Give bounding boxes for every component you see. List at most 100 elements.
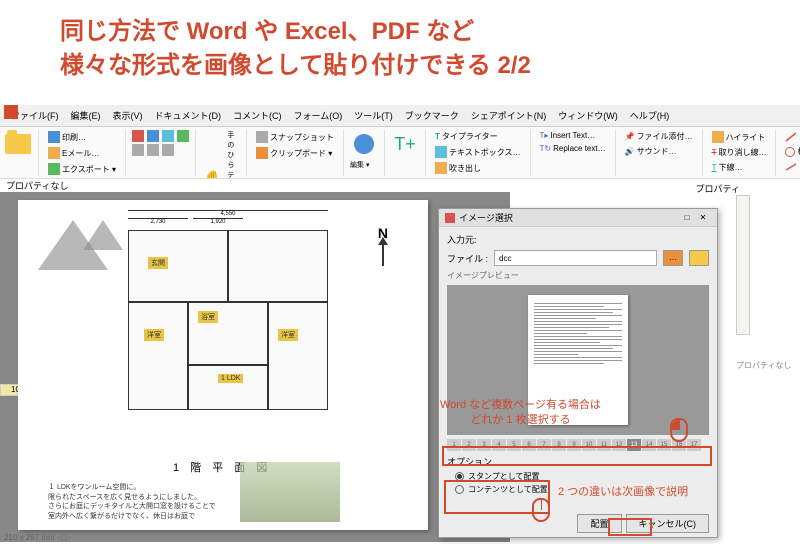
north-arrow-icon xyxy=(382,242,384,266)
close-icon[interactable]: ✕ xyxy=(695,211,711,225)
folder-button[interactable] xyxy=(689,250,709,266)
print-button[interactable]: 印刷… xyxy=(45,130,119,144)
gray-icon-3[interactable] xyxy=(162,144,174,156)
clipboard-icon xyxy=(256,147,268,159)
add-text-tool[interactable]: T+ xyxy=(391,130,419,158)
menu-view[interactable]: 表示(V) xyxy=(108,107,148,124)
tag-bath: 浴室 xyxy=(198,311,218,323)
menu-form[interactable]: フォーム(O) xyxy=(289,107,348,124)
edit-label: 編集 ▾ xyxy=(350,160,378,170)
overlay-line2: 様々な形式を画像として貼り付けできる 2/2 xyxy=(60,49,760,83)
highlight-button[interactable]: ハイライト xyxy=(709,130,770,144)
maximize-icon[interactable]: □ xyxy=(679,211,695,225)
green-dot-icon[interactable] xyxy=(177,130,189,142)
replace-text-button[interactable]: T↻Replace text… xyxy=(537,143,609,154)
t-icon: T xyxy=(435,132,440,141)
mouse-icon-2 xyxy=(532,498,550,522)
tag-ldk: 1 LDK xyxy=(218,374,243,383)
underline-icon: T xyxy=(712,163,717,172)
dim-3: 4,550 xyxy=(128,210,328,217)
select-label: テキスト選択 xyxy=(227,170,240,179)
highlight-pages xyxy=(442,446,712,466)
typewriter-button[interactable]: Tタイプライター xyxy=(432,130,524,143)
menu-edit[interactable]: 編集(E) xyxy=(66,107,106,124)
menu-help[interactable]: ヘルプ(H) xyxy=(625,107,675,124)
preview-label: イメージプレビュー xyxy=(447,270,709,281)
menu-window[interactable]: ウィンドウ(W) xyxy=(553,107,623,124)
roof-shape-2 xyxy=(83,220,123,250)
callout-button[interactable]: 吹き出し xyxy=(432,161,524,175)
annotation-difference: 2 つの違いは次画像で説明 xyxy=(558,485,688,500)
underline-button[interactable]: T下線… xyxy=(709,161,770,174)
plan-notes: １ LDKをワンルーム空間に。 限られたスペースを広く見せるようにしました。 さ… xyxy=(48,483,216,522)
folder-icon xyxy=(5,134,31,154)
attach-button[interactable]: 📌ファイル添付… xyxy=(622,130,696,143)
menu-comment[interactable]: コメント(C) xyxy=(228,107,287,124)
overlay-line1: 同じ方法で Word や Excel、PDF など xyxy=(60,15,760,49)
menu-bookmark[interactable]: ブックマーク xyxy=(400,107,464,124)
tag-room-l: 洋室 xyxy=(144,329,164,341)
properties-label-left: プロパティなし xyxy=(6,179,68,192)
document-canvas[interactable]: 1019* N 物干しスペース 2,730 1,920 4,550 洋室 洋室 … xyxy=(0,192,510,542)
gray-icon-2[interactable] xyxy=(147,144,159,156)
properties-empty: プロパティなし xyxy=(736,360,796,371)
ellipse-button[interactable]: 楕円形… xyxy=(782,145,800,158)
properties-panel-title: プロパティ xyxy=(696,182,740,195)
menu-sharepoint[interactable]: シェアポイント(N) xyxy=(466,107,552,124)
gray-icon[interactable] xyxy=(132,144,144,156)
snapshot-button[interactable]: スナップショット xyxy=(253,130,337,144)
blue-dot-icon[interactable] xyxy=(147,130,159,142)
export-button[interactable]: エクスポート ▾ xyxy=(45,162,119,176)
insert-text-button[interactable]: T▸Insert Text… xyxy=(537,130,609,141)
mail-icon xyxy=(48,147,60,159)
strike-button[interactable]: T取り消し線… xyxy=(709,146,770,159)
speaker-icon: 🔊 xyxy=(625,147,635,156)
red-dot-icon[interactable] xyxy=(132,130,144,142)
menu-bar: ファイル(F) 編集(E) 表示(V) ドキュメント(D) コメント(C) フォ… xyxy=(0,105,800,127)
strike-icon: T xyxy=(712,148,717,157)
tag-room-r: 洋室 xyxy=(278,329,298,341)
callout-icon xyxy=(435,162,447,174)
textbox-icon xyxy=(435,146,447,158)
mouse-click-icon-1 xyxy=(670,418,688,442)
sound-button[interactable]: 🔊サウンド… xyxy=(622,145,696,158)
status-bar: 210 x 297 mm ◁ ▷ xyxy=(4,533,71,542)
menu-document[interactable]: ドキュメント(D) xyxy=(150,107,227,124)
dim-1: 2,730 xyxy=(128,218,188,225)
tag-entry: 玄関 xyxy=(148,257,168,269)
highlight-icon xyxy=(712,131,724,143)
file-input[interactable] xyxy=(494,250,657,266)
camera-icon xyxy=(256,131,268,143)
ribbon: 印刷… Eメール… エクスポート ▾ ✋ 手のひらテキスト選択 スナップショット… xyxy=(0,127,800,179)
edit-icon xyxy=(354,134,374,154)
export-icon xyxy=(48,163,60,175)
clipboard-button[interactable]: クリップボード ▾ xyxy=(253,146,337,160)
arrow-button[interactable]: 矢印… xyxy=(782,130,800,143)
highlight-ok xyxy=(608,518,652,536)
circle-icon xyxy=(785,147,795,157)
insert-icon: T▸ xyxy=(540,131,549,140)
dialog-title: イメージ選択 xyxy=(459,211,513,224)
app-icon xyxy=(4,105,18,119)
floor-plan: 洋室 洋室 玄関 浴室 1 LDK xyxy=(128,230,328,410)
open-button[interactable] xyxy=(4,130,32,158)
edit-tool[interactable] xyxy=(350,130,378,158)
hand-tool[interactable]: ✋ xyxy=(202,166,224,179)
hand-label: 手のひら xyxy=(227,130,240,170)
source-label: 入力元: xyxy=(447,233,709,246)
email-button[interactable]: Eメール… xyxy=(45,146,119,160)
cyan-dot-icon[interactable] xyxy=(162,130,174,142)
annotation-multipage: Word など複数ページ有る場合は どれか 1 枚選択する xyxy=(440,398,601,429)
menu-tool[interactable]: ツール(T) xyxy=(349,107,398,124)
file-label: ファイル : xyxy=(447,252,488,265)
browse-button[interactable]: … xyxy=(663,250,683,266)
pdf-page: N 物干しスペース 2,730 1,920 4,550 洋室 洋室 玄関 浴室 … xyxy=(18,200,428,530)
printer-icon xyxy=(48,131,60,143)
textbox-button[interactable]: テキストボックス… xyxy=(432,145,524,159)
pin-icon: 📌 xyxy=(625,132,635,141)
line-button[interactable]: ライン… xyxy=(782,160,800,173)
dialog-icon xyxy=(445,213,455,223)
dim-2: 1,920 xyxy=(193,218,243,225)
properties-pane xyxy=(736,195,750,335)
replace-icon: T↻ xyxy=(540,144,552,153)
